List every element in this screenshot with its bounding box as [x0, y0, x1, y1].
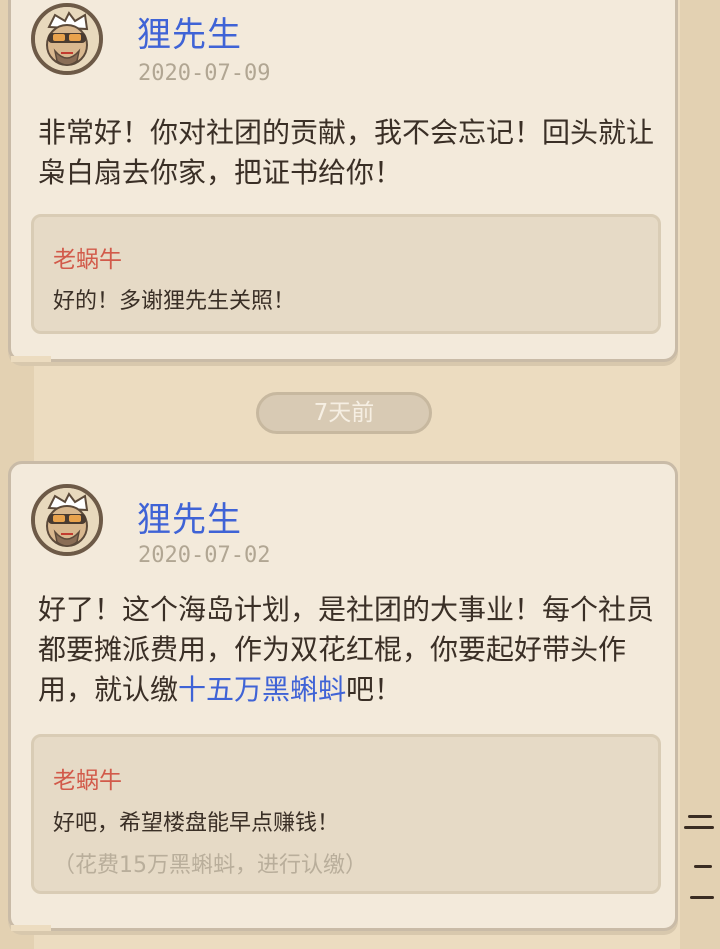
avatar-raccoon-icon [35, 7, 99, 71]
post-message: 好了！这个海岛计划，是社团的大事业！每个社员都要摊派费用，作为双花红棍，你要起好… [38, 590, 657, 710]
author-name[interactable]: 狸先生 [137, 7, 242, 56]
reply-text: 好吧，希望楼盘能早点赚钱！ [53, 811, 340, 836]
post-date: 2020-07-09 [138, 61, 271, 86]
post-message: 非常好！你对社团的贡献，我不会忘记！回头就让枭白扇去你家，把证书给你！ [38, 116, 655, 189]
post-date: 2020-07-02 [138, 543, 271, 568]
post-message-highlight: 十五万黑蝌蚪 [178, 673, 347, 706]
avatar[interactable] [31, 3, 103, 75]
time-divider: 7天前 [256, 392, 432, 434]
reply-author: 老蜗牛 [53, 247, 122, 273]
post-message-end: 吧！ [346, 673, 403, 706]
avatar[interactable] [31, 484, 103, 556]
page-edge-right [680, 0, 720, 949]
reply-cost-note: （花费15万黑蝌蚪，进行认缴） [53, 853, 367, 878]
author-name[interactable]: 狸先生 [137, 492, 242, 541]
post-card: 狸先生 2020-07-09 非常好！你对社团的贡献，我不会忘记！回头就让枭白扇… [8, 0, 678, 362]
reply-text: 好的！多谢狸先生关照！ [53, 289, 296, 314]
reply-author: 老蜗牛 [53, 768, 122, 794]
post-card: 狸先生 2020-07-02 好了！这个海岛计划，是社团的大事业！每个社员都要摊… [8, 461, 678, 931]
reply-box: 老蜗牛 好吧，希望楼盘能早点赚钱！ （花费15万黑蝌蚪，进行认缴） [31, 734, 661, 894]
reply-box: 老蜗牛 好的！多谢狸先生关照！ [31, 214, 661, 334]
avatar-raccoon-icon [35, 488, 99, 552]
